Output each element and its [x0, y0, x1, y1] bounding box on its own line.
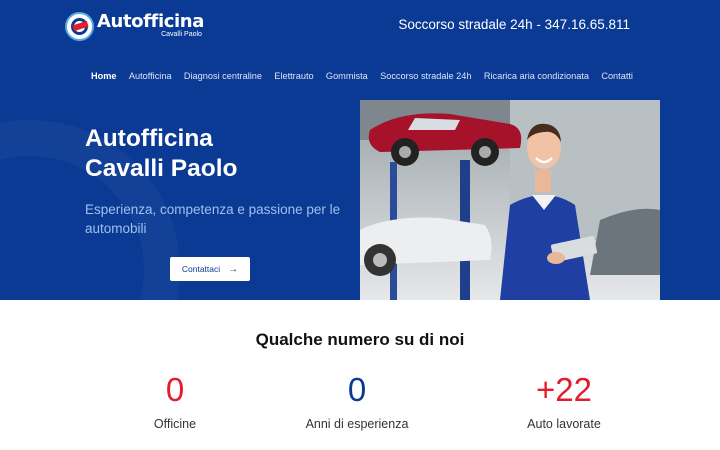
nav-item-ricarica-aria[interactable]: Ricarica aria condizionata: [484, 71, 589, 81]
hero-title: Autofficina Cavalli Paolo: [85, 124, 345, 184]
stat-anni-esperienza: 0 Anni di esperienza: [277, 370, 437, 431]
car-wrench-logo-icon: [65, 11, 94, 41]
stats-title: Qualche numero su di noi: [255, 330, 465, 349]
mechanic-photo: [360, 100, 660, 300]
nav-item-elettrauto[interactable]: Elettrauto: [274, 71, 313, 81]
arrow-right-icon: →: [228, 263, 239, 275]
nav-item-diagnosi-centraline[interactable]: Diagnosi centraline: [184, 71, 262, 81]
stat-officine: 0 Officine: [95, 370, 255, 431]
stat-value: +22: [536, 371, 592, 408]
hero-section: Autofficina Cavalli Paolo Soccorso strad…: [0, 0, 720, 300]
nav-item-soccorso-stradale[interactable]: Soccorso stradale 24h: [380, 71, 471, 81]
roadside-phone-text[interactable]: Soccorso stradale 24h - 347.16.65.811: [398, 17, 630, 32]
stat-label: Auto lavorate: [527, 417, 601, 431]
hero-title-line-2: Cavalli Paolo: [85, 155, 238, 182]
stat-label: Anni di esperienza: [305, 417, 409, 431]
stat-auto-lavorate: +22 Auto lavorate: [484, 370, 644, 431]
nav-item-contatti[interactable]: Contatti: [601, 71, 633, 81]
stat-label: Officine: [153, 417, 197, 431]
logo-title: Autofficina: [97, 11, 204, 32]
contattaci-button[interactable]: Contattaci →: [170, 257, 250, 281]
stat-value: 0: [347, 371, 367, 408]
contattaci-label: Contattaci: [181, 264, 221, 274]
main-nav: Home Autofficina Diagnosi centraline Ele…: [91, 71, 645, 81]
nav-item-home[interactable]: Home: [91, 71, 117, 81]
logo-subtitle: Cavalli Paolo: [161, 31, 202, 38]
nav-item-gommista[interactable]: Gommista: [326, 71, 368, 81]
hero-title-line-1: Autofficina: [85, 125, 213, 152]
site-logo[interactable]: Autofficina Cavalli Paolo: [65, 11, 204, 41]
nav-item-autofficina[interactable]: Autofficina: [129, 71, 172, 81]
stat-value: 0: [165, 371, 185, 408]
hero-subtitle: Esperienza, competenza e passione per le…: [85, 202, 341, 236]
